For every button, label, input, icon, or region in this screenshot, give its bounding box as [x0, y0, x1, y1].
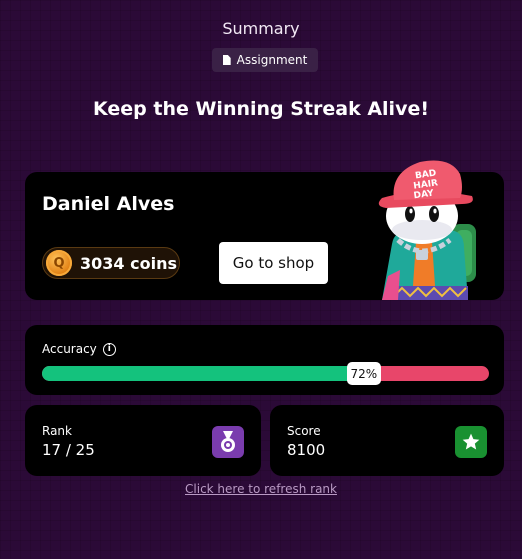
summary-title: Summary [222, 19, 300, 38]
accuracy-percent: 72% [346, 362, 381, 385]
rank-label: Rank [42, 424, 72, 438]
rank-card: Rank 17 / 25 [25, 405, 261, 476]
info-icon[interactable]: i [102, 342, 116, 356]
player-name: Daniel Alves [42, 193, 175, 215]
profile-card: Daniel Alves Q 3034 coins Go to shop BAD… [25, 160, 504, 300]
headline: Keep the Winning Streak Alive! [92, 98, 430, 120]
rank-value: 17 / 25 [42, 441, 95, 459]
accuracy-bar-fill [42, 366, 364, 381]
star-icon [455, 426, 487, 458]
go-to-shop-button[interactable]: Go to shop [219, 242, 328, 284]
score-value: 8100 [287, 441, 326, 459]
accuracy-card: Accuracy i 72% [25, 325, 504, 395]
document-icon [222, 55, 231, 65]
badge-label: Assignment [236, 53, 308, 67]
coin-balance: Q 3034 coins [42, 247, 180, 279]
coin-icon: Q [46, 250, 72, 276]
accuracy-bar [42, 366, 489, 381]
score-label: Score [287, 424, 321, 438]
accuracy-label-row: Accuracy i [42, 342, 116, 356]
coin-count: 3034 coins [80, 253, 177, 273]
avatar: BAD HAIR DAY [378, 160, 476, 300]
accuracy-label: Accuracy [42, 342, 97, 356]
assignment-badge: Assignment [212, 48, 318, 72]
score-card: Score 8100 [270, 405, 504, 476]
refresh-rank-link[interactable]: Click here to refresh rank [0, 482, 522, 496]
medal-icon [212, 426, 244, 458]
